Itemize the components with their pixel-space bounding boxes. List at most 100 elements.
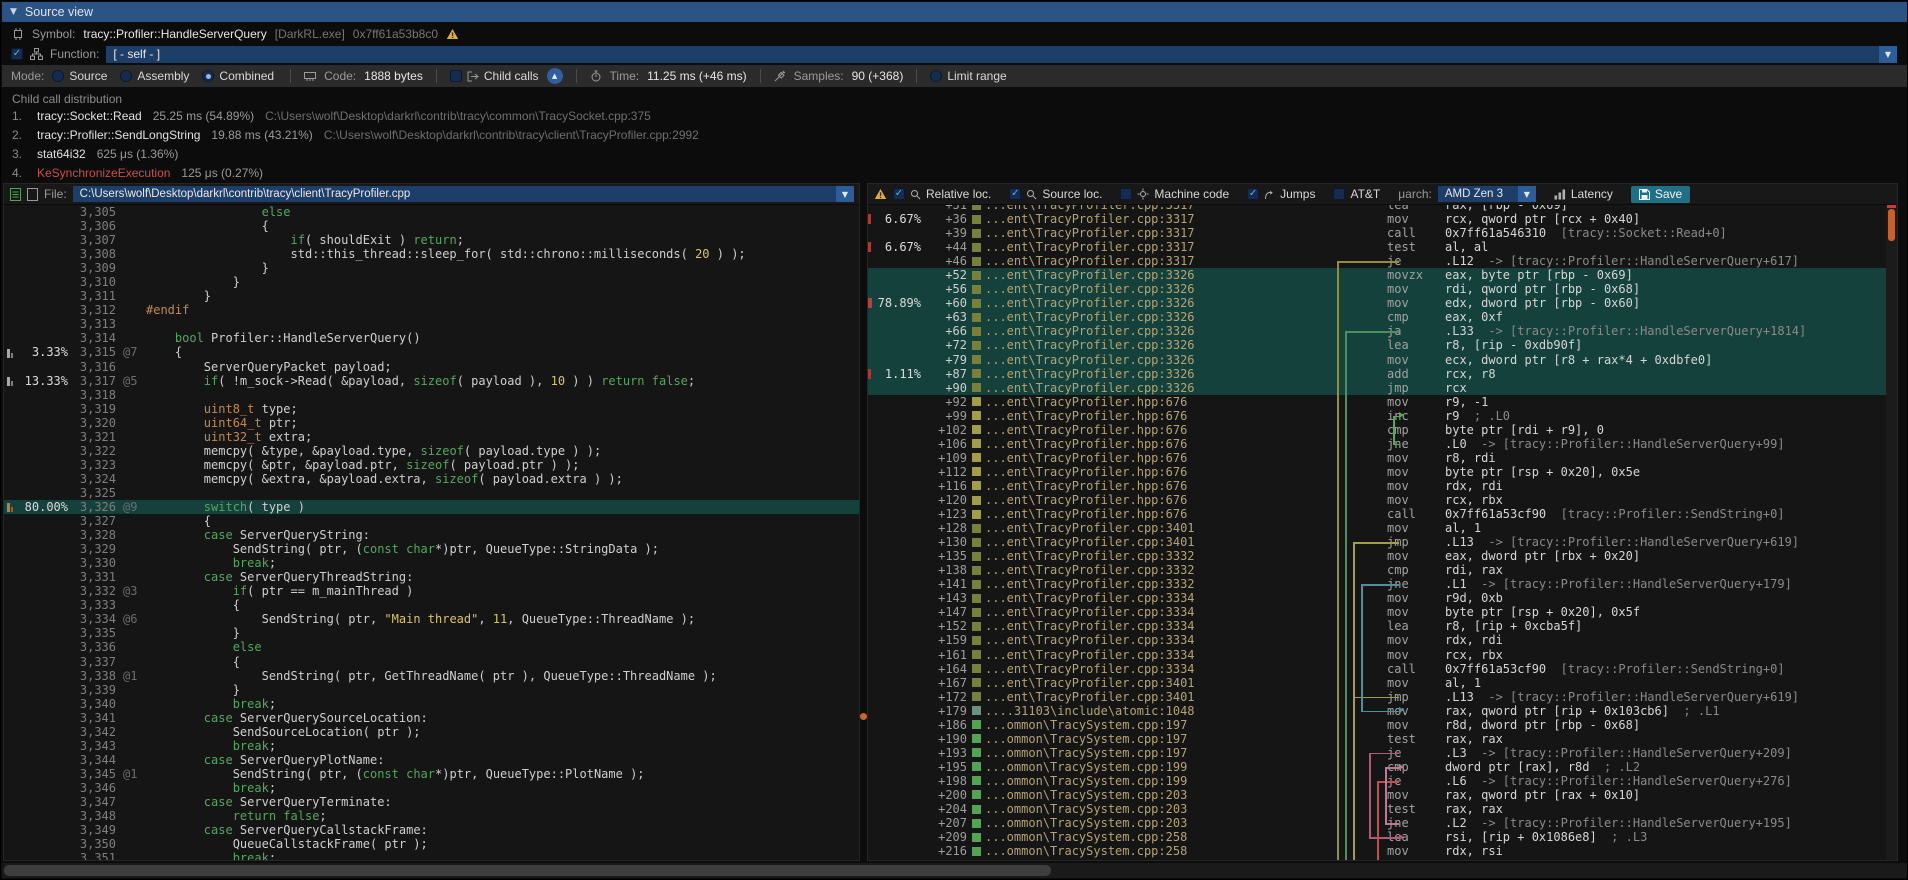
source-loc-checkbox[interactable]: Source loc. [1009,187,1102,201]
asm-line[interactable]: +161...ent\TracyProfiler.cpp:3334movrcx,… [868,648,1897,662]
asm-line[interactable]: +120...ent\TracyProfiler.hpp:676movrcx, … [868,493,1897,507]
asm-line[interactable]: +56...ent\TracyProfiler.cpp:3326movrdi, … [868,282,1897,296]
asm-line[interactable]: +66...ent\TracyProfiler.cpp:3326ja.L33 -… [868,324,1897,338]
asm-line[interactable]: +207...ommon\TracySystem.cpp:203jne.L2 -… [868,816,1897,830]
source-line[interactable]: 3,344 case ServerQueryPlotName: [4,753,859,767]
asm-line[interactable]: 78.89%+60...ent\TracyProfiler.cpp:3326mo… [868,296,1897,310]
asm-line[interactable]: +186...ommon\TracySystem.cpp:197movr8d, … [868,718,1897,732]
panel-splitter[interactable] [860,183,867,861]
asm-line[interactable]: +31...ent\TracyProfiler.cpp:3317learax, … [868,205,1897,212]
source-line[interactable]: 3,310 } [4,275,859,289]
asm-line[interactable]: +204...ommon\TracySystem.cpp:203testrax,… [868,802,1897,816]
mode-radio-source[interactable]: Source [52,69,107,83]
source-line[interactable]: 3,338@1 SendString( ptr, GetThreadName( … [4,669,859,683]
source-line[interactable]: 3,346 break; [4,781,859,795]
asm-line[interactable]: +193...ommon\TracySystem.cpp:197je.L3 ->… [868,746,1897,760]
asm-line[interactable]: 1.11%+87...ent\TracyProfiler.cpp:3326add… [868,367,1897,381]
asm-line[interactable]: +167...ent\TracyProfiler.cpp:3401moval, … [868,676,1897,690]
asm-line[interactable]: +152...ent\TracyProfiler.cpp:3334lear8, … [868,619,1897,633]
source-line[interactable]: 3,308 std::this_thread::sleep_for( std::… [4,247,859,261]
source-line[interactable]: 3,345@1 SendString( ptr, (const char*)pt… [4,767,859,781]
source-line[interactable]: 3,323 memcpy( &ptr, &payload.ptr, sizeof… [4,458,859,472]
asm-line[interactable]: +79...ent\TracyProfiler.cpp:3326movecx, … [868,353,1897,367]
source-line[interactable]: 3,341 case ServerQuerySourceLocation: [4,711,859,725]
source-line[interactable]: 80.00%3,326@9 switch( type ) [4,500,859,514]
collapse-child-calls-button[interactable]: ▲ [547,68,563,84]
asm-line[interactable]: +164...ent\TracyProfiler.cpp:3334call0x7… [868,662,1897,676]
mode-radio-combined[interactable]: Combined [202,69,274,83]
asm-line[interactable]: +200...ommon\TracySystem.cpp:203movrax, … [868,788,1897,802]
chevron-down-icon[interactable]: ▼ [836,186,854,202]
asm-line[interactable]: +109...ent\TracyProfiler.hpp:676movr8, r… [868,451,1897,465]
relative-loc-checkbox[interactable]: Relative loc. [893,187,991,201]
source-line[interactable]: 3,320 uint64_t ptr; [4,416,859,430]
source-line[interactable]: 3,316 ServerQueryPacket payload; [4,360,859,374]
source-line[interactable]: 3,349 case ServerQueryCallstackFrame: [4,823,859,837]
source-line[interactable]: 3,343 break; [4,739,859,753]
source-line[interactable]: 3,324 memcpy( &extra, &payload.extra, si… [4,472,859,486]
source-line[interactable]: 3,312#endif [4,303,859,317]
asm-line[interactable]: +179....31103\include\atomic:1048movrax,… [868,704,1897,718]
chevron-down-icon[interactable]: ▼ [1518,186,1536,202]
asm-line[interactable]: +128...ent\TracyProfiler.cpp:3401moval, … [868,521,1897,535]
source-line[interactable]: 3,305 else [4,205,859,219]
asm-line[interactable]: +106...ent\TracyProfiler.hpp:676jne.L0 -… [868,437,1897,451]
titlebar[interactable]: ▼ Source view [2,2,1907,22]
source-line[interactable]: 3,318 [4,388,859,402]
source-line[interactable]: 3,339 } [4,683,859,697]
asm-line[interactable]: +123...ent\TracyProfiler.hpp:676call0x7f… [868,507,1897,521]
source-line[interactable]: 3,340 break; [4,697,859,711]
splitter-grip[interactable] [860,713,867,720]
asm-line[interactable]: +46...ent\TracyProfiler.cpp:3317je.L12 -… [868,254,1897,268]
source-line[interactable]: 3,313 [4,317,859,331]
source-line[interactable]: 3,309 } [4,261,859,275]
asm-line[interactable]: +112...ent\TracyProfiler.hpp:676movbyte … [868,465,1897,479]
source-line[interactable]: 3,348 return false; [4,809,859,823]
source-line[interactable]: 13.33%3,317@5 if( !m_sock->Read( &payloa… [4,374,859,388]
source-line[interactable]: 3,332@3 if( ptr == m_mainThread ) [4,584,859,598]
asm-line[interactable]: +198...ommon\TracySystem.cpp:199je.L6 ->… [868,774,1897,788]
asm-line[interactable]: +90...ent\TracyProfiler.cpp:3326jmprcx [868,381,1897,395]
child-call-item[interactable]: 3.stat64i32625 μs (1.36%) [12,147,178,161]
source-line[interactable]: 3,335 } [4,626,859,640]
asm-line[interactable]: +72...ent\TracyProfiler.cpp:3326lear8, [… [868,338,1897,352]
asm-line[interactable]: +195...ommon\TracySystem.cpp:199cmpdword… [868,760,1897,774]
mode-radio-assembly[interactable]: Assembly [120,69,189,83]
child-call-item[interactable]: 1.tracy::Socket::Read25.25 ms (54.89%)C:… [12,109,651,123]
asm-line[interactable]: +39...ent\TracyProfiler.cpp:3317call0x7f… [868,226,1897,240]
source-line[interactable]: 3,331 case ServerQueryThreadString: [4,570,859,584]
source-line[interactable]: 3,311 } [4,289,859,303]
latency-toggle[interactable]: Latency [1554,187,1613,201]
chevron-down-icon[interactable]: ▼ [1879,46,1897,63]
asm-line[interactable]: +63...ent\TracyProfiler.cpp:3326cmpeax, … [868,310,1897,324]
assembly-view[interactable]: +31...ent\TracyProfiler.cpp:3317learax, … [868,205,1897,860]
asm-line[interactable]: +138...ent\TracyProfiler.cpp:3332cmprdi,… [868,563,1897,577]
horizontal-scrollbar[interactable] [2,863,1907,878]
asm-line[interactable]: +130...ent\TracyProfiler.cpp:3401jmp.L13… [868,535,1897,549]
function-select[interactable]: [ - self - ] ▼ [106,46,1897,63]
scrollbar-thumb[interactable] [4,865,1051,876]
function-checkbox[interactable] [11,48,23,60]
source-line[interactable]: 3,327 { [4,514,859,528]
child-call-item[interactable]: 4.KeSynchronizeExecution125 μs (0.27%) [12,166,263,180]
source-line[interactable]: 3,319 uint8_t type; [4,402,859,416]
source-line[interactable]: 3,325 [4,486,859,500]
jumps-checkbox[interactable]: Jumps [1247,187,1315,201]
source-line[interactable]: 3,322 memcpy( &type, &payload.type, size… [4,444,859,458]
asm-line[interactable]: +135...ent\TracyProfiler.cpp:3332moveax,… [868,549,1897,563]
asm-line[interactable]: +216...ommon\TracySystem.cpp:258movrdx, … [868,844,1897,858]
source-line[interactable]: 3,307 if( shouldExit ) return; [4,233,859,247]
asm-line[interactable]: +172...ent\TracyProfiler.cpp:3401jmp.L13… [868,690,1897,704]
collapse-icon[interactable]: ▼ [10,7,17,17]
source-line[interactable]: 3,329 SendString( ptr, (const char*)ptr,… [4,542,859,556]
asm-line[interactable]: +92...ent\TracyProfiler.hpp:676movr9, -1 [868,395,1897,409]
source-line[interactable]: 3,328 case ServerQueryString: [4,528,859,542]
asm-line[interactable]: +147...ent\TracyProfiler.cpp:3334movbyte… [868,605,1897,619]
asm-line[interactable]: +190...ommon\TracySystem.cpp:197testrax,… [868,732,1897,746]
source-line[interactable]: 3.33%3,315@7 { [4,345,859,359]
file-select[interactable]: C:\Users\wolf\Desktop\darkrl\contrib\tra… [73,186,854,202]
asm-line[interactable]: +209...ommon\TracySystem.cpp:258learsi, … [868,830,1897,844]
source-line[interactable]: 3,337 { [4,655,859,669]
source-line[interactable]: 3,306 { [4,219,859,233]
source-line[interactable]: 3,342 SendSourceLocation( ptr ); [4,725,859,739]
